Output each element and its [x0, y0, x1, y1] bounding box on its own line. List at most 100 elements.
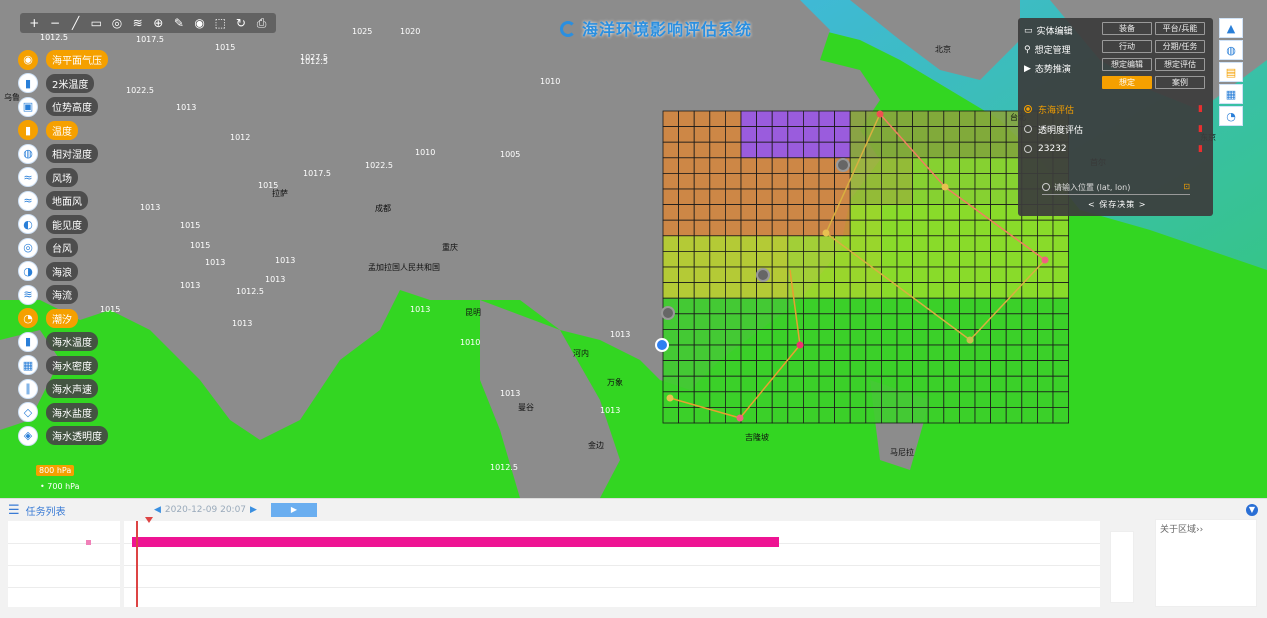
grid-cell[interactable] — [943, 250, 960, 268]
grid-cell[interactable] — [959, 172, 976, 190]
scenario-radio[interactable] — [1024, 105, 1032, 113]
entity-marker[interactable] — [756, 268, 770, 282]
grid-cell[interactable] — [959, 344, 976, 362]
grid-cell[interactable] — [662, 360, 680, 377]
grid-cell[interactable] — [974, 297, 992, 315]
grid-cell[interactable] — [927, 141, 945, 159]
grid-cell[interactable] — [927, 250, 945, 268]
time-cursor-handle[interactable] — [145, 517, 153, 523]
coord-input[interactable]: 请输入位置 (lat, lon) ⊡ — [1042, 182, 1190, 195]
grid-cell[interactable] — [927, 375, 945, 393]
grid-cell[interactable] — [662, 406, 680, 424]
grid-cell[interactable] — [834, 297, 851, 315]
layer-item[interactable]: ≈ 地面风 — [18, 189, 108, 213]
grid-cell[interactable] — [709, 297, 726, 315]
grid-cell[interactable] — [1052, 313, 1070, 330]
grid-cell[interactable] — [803, 266, 820, 284]
grid-cell[interactable] — [678, 188, 695, 206]
grid-cell[interactable] — [803, 250, 820, 268]
grid-cell[interactable] — [740, 250, 758, 268]
grid-cell[interactable] — [756, 360, 773, 377]
grid-cell[interactable] — [990, 204, 1007, 221]
grid-cell[interactable] — [881, 235, 898, 252]
grid-cell[interactable] — [818, 126, 836, 143]
grid-cell[interactable] — [787, 282, 804, 299]
grid-cell[interactable] — [1005, 266, 1023, 284]
grid-cell[interactable] — [849, 313, 867, 330]
layer-label[interactable]: 风场 — [46, 167, 78, 187]
delete-icon[interactable]: ▮ — [1198, 104, 1203, 114]
grid-cell[interactable] — [818, 157, 836, 174]
grid-cell[interactable] — [787, 204, 804, 221]
grid-cell[interactable] — [881, 250, 898, 268]
layer-icon[interactable]: ◍ — [18, 143, 38, 164]
grid-cell[interactable] — [678, 266, 695, 284]
grid-cell[interactable] — [1021, 219, 1038, 237]
grid-cell[interactable] — [974, 188, 992, 206]
globe-icon[interactable]: ⊕ — [149, 14, 167, 32]
grid-cell[interactable] — [1005, 313, 1023, 330]
grid-cell[interactable] — [896, 328, 914, 346]
grid-cell[interactable] — [943, 204, 960, 221]
grid-cell[interactable] — [678, 406, 695, 424]
grid-cell[interactable] — [662, 204, 680, 221]
grid-cell[interactable] — [896, 250, 914, 268]
grid-cell[interactable] — [662, 250, 680, 268]
grid-cell[interactable] — [849, 188, 867, 206]
grid-cell[interactable] — [1052, 375, 1070, 393]
grid-cell[interactable] — [756, 282, 773, 299]
grid-cell[interactable] — [693, 126, 711, 143]
grid-cell[interactable] — [943, 297, 960, 315]
grid-cell[interactable] — [1052, 360, 1070, 377]
layer-item[interactable]: ◎ 台风 — [18, 236, 108, 260]
pager[interactable]: < 保存决策 > — [1088, 199, 1147, 210]
grid-cell[interactable] — [1037, 282, 1054, 299]
grid-cell[interactable] — [943, 235, 960, 252]
panel-button[interactable]: 想定编辑 — [1102, 58, 1152, 71]
layer-label[interactable]: 位势高度 — [46, 97, 98, 117]
layer-item[interactable]: ◐ 能见度 — [18, 213, 108, 237]
grid-cell[interactable] — [990, 266, 1007, 284]
grid-cell[interactable] — [990, 391, 1007, 408]
grid-cell[interactable] — [1037, 406, 1054, 424]
grid-cell[interactable] — [943, 391, 960, 408]
grid-cell[interactable] — [787, 172, 804, 190]
delete-icon[interactable]: ▮ — [1198, 144, 1203, 154]
grid-cell[interactable] — [943, 375, 960, 393]
grid-cell[interactable] — [834, 110, 851, 128]
grid-cell[interactable] — [896, 235, 914, 252]
route-waypoint[interactable] — [966, 336, 974, 344]
grid-cell[interactable] — [693, 344, 711, 362]
grid-cell[interactable] — [912, 110, 929, 128]
grid-cell[interactable] — [943, 266, 960, 284]
grid-cell[interactable] — [1037, 360, 1054, 377]
grid-cell[interactable] — [912, 282, 929, 299]
layer-item[interactable]: ▮ 海水温度 — [18, 330, 108, 354]
grid-cell[interactable] — [709, 313, 726, 330]
grid-cell[interactable] — [959, 188, 976, 206]
grid-cell[interactable] — [771, 406, 789, 424]
grid-cell[interactable] — [709, 188, 726, 206]
grid-cell[interactable] — [678, 313, 695, 330]
grid-cell[interactable] — [881, 126, 898, 143]
grid-cell[interactable] — [849, 219, 867, 237]
grid-cell[interactable] — [756, 313, 773, 330]
layer-icon[interactable]: ◐ — [18, 214, 38, 235]
grid-cell[interactable] — [787, 375, 804, 393]
grid-cell[interactable] — [865, 313, 882, 330]
grid-cell[interactable] — [881, 313, 898, 330]
grid-cell[interactable] — [678, 344, 695, 362]
grid-cell[interactable] — [849, 235, 867, 252]
pressure-level-badge[interactable]: 800 hPa — [36, 465, 75, 476]
area-measure-icon[interactable]: ▭ — [87, 14, 105, 32]
grid-cell[interactable] — [896, 204, 914, 221]
panel-button[interactable]: 想定 — [1102, 76, 1152, 89]
layers-icon[interactable]: ≋ — [129, 14, 147, 32]
entity-marker[interactable] — [836, 158, 850, 172]
grid-cell[interactable] — [725, 391, 742, 408]
grid-cell[interactable] — [959, 297, 976, 315]
grid-cell[interactable] — [818, 391, 836, 408]
grid-cell[interactable] — [787, 110, 804, 128]
grid-cell[interactable] — [818, 282, 836, 299]
grid-cell[interactable] — [818, 313, 836, 330]
